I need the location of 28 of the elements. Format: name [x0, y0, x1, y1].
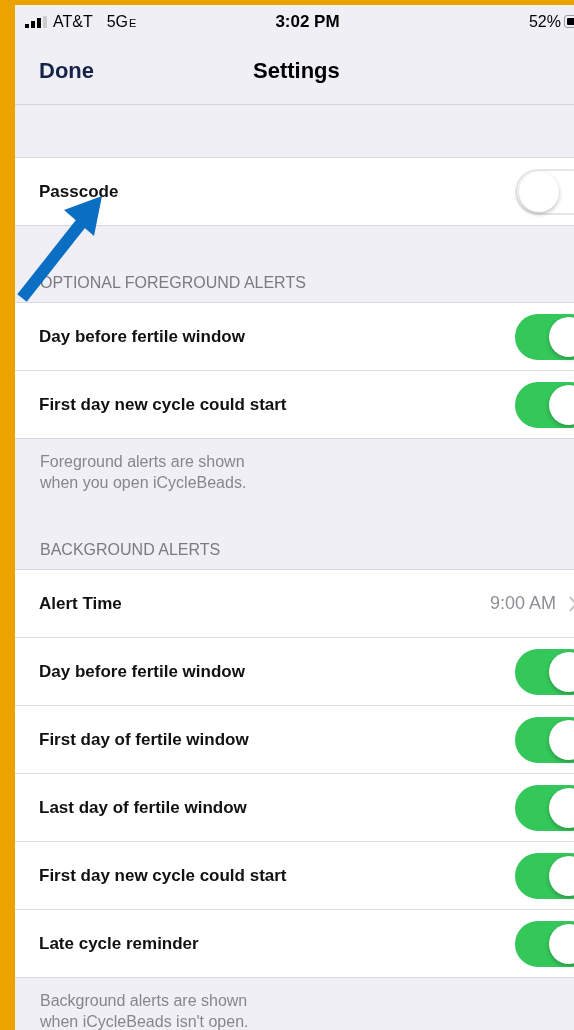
setting-label: First day new cycle could start: [39, 865, 287, 886]
section-footer: Foreground alerts are shown when you open iCycleBeads.: [15, 439, 574, 493]
clock-time: 3:02 PM: [275, 11, 340, 32]
carrier-name: AT&T: [53, 12, 93, 31]
toggle-switch[interactable]: [515, 920, 574, 967]
network-type: 5G: [106, 12, 129, 30]
setting-label: Passcode: [39, 181, 119, 202]
screen-title: Settings: [253, 58, 340, 84]
signal-icon: [25, 15, 47, 28]
done-button[interactable]: Done: [31, 56, 102, 86]
setting-label: Day before fertile window: [39, 661, 245, 682]
setting-label: Late cycle reminder: [39, 933, 199, 954]
setting-label: Alert Time: [39, 593, 122, 614]
section-header: OPTIONAL FOREGROUND ALERTS: [40, 274, 306, 292]
toggle-switch[interactable]: [515, 852, 574, 899]
toggle-switch[interactable]: [515, 784, 574, 831]
toggle-switch[interactable]: [515, 648, 574, 695]
setting-label: First day new cycle could start: [39, 394, 287, 415]
network-suffix: E: [129, 16, 137, 29]
battery-percent: 52%: [528, 12, 561, 31]
setting-label: Day before fertile window: [39, 326, 245, 347]
setting-label: First day of fertile window: [39, 729, 249, 750]
section-footer: Background alerts are shown when iCycleBeads isn't open.: [15, 978, 574, 1030]
setting-label: Last day of fertile window: [39, 797, 247, 818]
toggle-switch[interactable]: [515, 381, 574, 428]
section-header: BACKGROUND ALERTS: [40, 541, 221, 559]
toggle-switch[interactable]: [515, 716, 574, 763]
toggle-switch[interactable]: [515, 313, 574, 360]
